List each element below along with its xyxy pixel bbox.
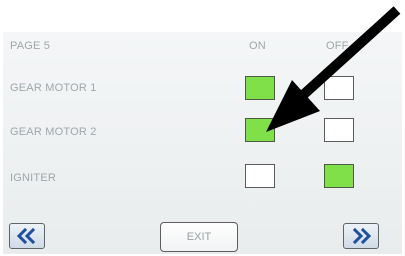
next-page-button[interactable] (343, 223, 379, 249)
row-label-gear-motor-2: GEAR MOTOR 2 (10, 126, 97, 138)
double-chevron-left-icon (16, 228, 38, 244)
previous-page-button[interactable] (9, 223, 45, 249)
control-screen (3, 32, 402, 254)
exit-button-label: EXIT (186, 231, 212, 243)
off-column-header: OFF (326, 40, 349, 52)
igniter-off-toggle[interactable] (324, 164, 354, 188)
gear-motor-1-on-toggle[interactable] (245, 76, 275, 100)
row-label-gear-motor-1: GEAR MOTOR 1 (10, 82, 97, 94)
on-column-header: ON (249, 40, 266, 52)
gear-motor-2-on-toggle[interactable] (245, 118, 275, 142)
gear-motor-1-off-toggle[interactable] (324, 76, 354, 100)
page-title: PAGE 5 (10, 40, 51, 52)
double-chevron-right-icon (350, 228, 372, 244)
gear-motor-2-off-toggle[interactable] (324, 118, 354, 142)
exit-button[interactable]: EXIT (160, 222, 238, 252)
igniter-on-toggle[interactable] (245, 164, 275, 188)
row-label-igniter: IGNITER (10, 172, 57, 184)
